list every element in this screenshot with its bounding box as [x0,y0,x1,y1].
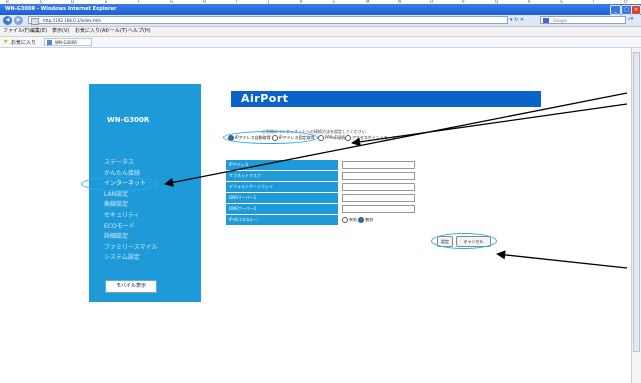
router-sidebar: WN-G300R ステータス かんたん接続 インターネット LAN設定 無線設定… [89,84,201,302]
annotation-ellipse [81,177,158,191]
tab-label: WN-G300R [55,40,78,45]
menu-bar: ファイル(F) 編集(E) 表示(V) お気に入り(A) ツール(T) ヘルプ(… [0,27,641,37]
radio-icon[interactable] [345,135,351,141]
address-toolbar: ◀ ▶ http://192.168.0.1/index.htm ▾ ↻ ✕ G… [0,15,641,27]
model-name: WN-G300R [107,116,150,124]
tab-page-icon [47,40,52,45]
field-label: IPv6パススルー： [226,215,338,225]
annotation-ellipse [431,233,497,249]
mode-option-label: PPPoE接続 [325,135,346,140]
field-label: デフォルトゲートウェイ [226,182,338,192]
side-menu-item-system[interactable]: システム設定 [104,253,158,264]
menu-item-tools[interactable]: ツール(T) [105,28,127,35]
window-title-bar: WN-G300R - Windows Internet Explorer _ □… [0,4,641,15]
dns1-input[interactable] [342,194,415,202]
menu-item-help[interactable]: ヘルプ(H) [128,28,151,35]
vertical-scrollbar[interactable] [631,48,641,383]
side-menu-item-status[interactable]: ステータス [104,158,158,169]
ipv6-enable-radio[interactable] [342,217,348,223]
side-menu-item-wireless[interactable]: 無線設定 [104,200,158,211]
annotation-ellipse [223,131,318,144]
search-provider-icon [543,18,549,23]
subnet-mask-input[interactable] [342,172,415,180]
gateway-input[interactable] [342,183,415,191]
side-menu-item-eco[interactable]: ECOモード [104,222,158,233]
radio-icon[interactable] [318,135,324,141]
mode-option-label: アクセスポイントモード [352,135,396,140]
mode-option-access-point[interactable]: アクセスポイントモード [345,135,396,141]
window-title: WN-G300R - Windows Internet Explorer [5,6,117,12]
scrollbar-thumb[interactable] [633,52,640,352]
back-icon[interactable]: ◀ [3,16,12,25]
field-label: DNSサーバー2 [226,204,338,214]
browser-tab[interactable]: WN-G300R [44,38,92,46]
field-label: DNSサーバー1 [226,193,338,203]
mobile-view-button[interactable]: モバイル表示 [105,280,157,293]
menu-item-file[interactable]: ファイル(F) [3,28,30,35]
search-input[interactable]: Google [540,16,626,24]
favorites-bar: ★ お気に入り WN-G300R [0,37,641,48]
close-button[interactable]: ✕ [631,5,641,15]
ipv6-disable-radio[interactable] [358,217,365,223]
side-menu: ステータス かんたん接続 インターネット LAN設定 無線設定 セキュリティ E… [104,158,158,264]
search-icon[interactable]: ⌕▾ [628,16,633,22]
search-placeholder: Google [553,18,568,23]
annotation-arrow-buttons [496,250,628,269]
dns2-input[interactable] [342,205,415,213]
airport-logo: AirPort [241,92,289,105]
field-label: IPアドレス [226,160,338,170]
ipv6-enable-label: 有効 [349,217,357,222]
refresh-stop-icons[interactable]: ▾ ↻ ✕ [510,16,540,24]
header-banner: AirPort [231,91,541,107]
side-menu-item-advanced[interactable]: 詳細設定 [104,232,158,243]
menu-item-view[interactable]: 表示(V) [52,28,69,35]
favorites-label[interactable]: お気に入り [11,39,36,46]
address-input[interactable]: http://192.168.0.1/index.htm [28,16,508,25]
field-label: サブネットマスク [226,171,338,181]
side-menu-item-family[interactable]: ファミリースマイル [104,243,158,254]
side-menu-item-security[interactable]: セキュリティ [104,211,158,222]
side-menu-item-lan[interactable]: LAN設定 [104,190,158,201]
ipv6-disable-label: 無効 [365,217,374,222]
address-text: http://192.168.0.1/index.htm [43,18,101,23]
ipv6-options: 有効 無効 [342,215,373,225]
menu-item-edit[interactable]: 編集(E) [30,28,47,35]
favorites-star-icon[interactable]: ★ [3,38,8,46]
mode-option-pppoe[interactable]: PPPoE接続 [318,135,345,141]
menu-item-favorites[interactable]: お気に入り(A) [75,28,107,35]
minimize-button[interactable]: _ [610,5,621,15]
page-favicon-icon [31,18,39,25]
ip-address-input[interactable] [342,161,415,169]
forward-icon[interactable]: ▶ [14,16,23,25]
